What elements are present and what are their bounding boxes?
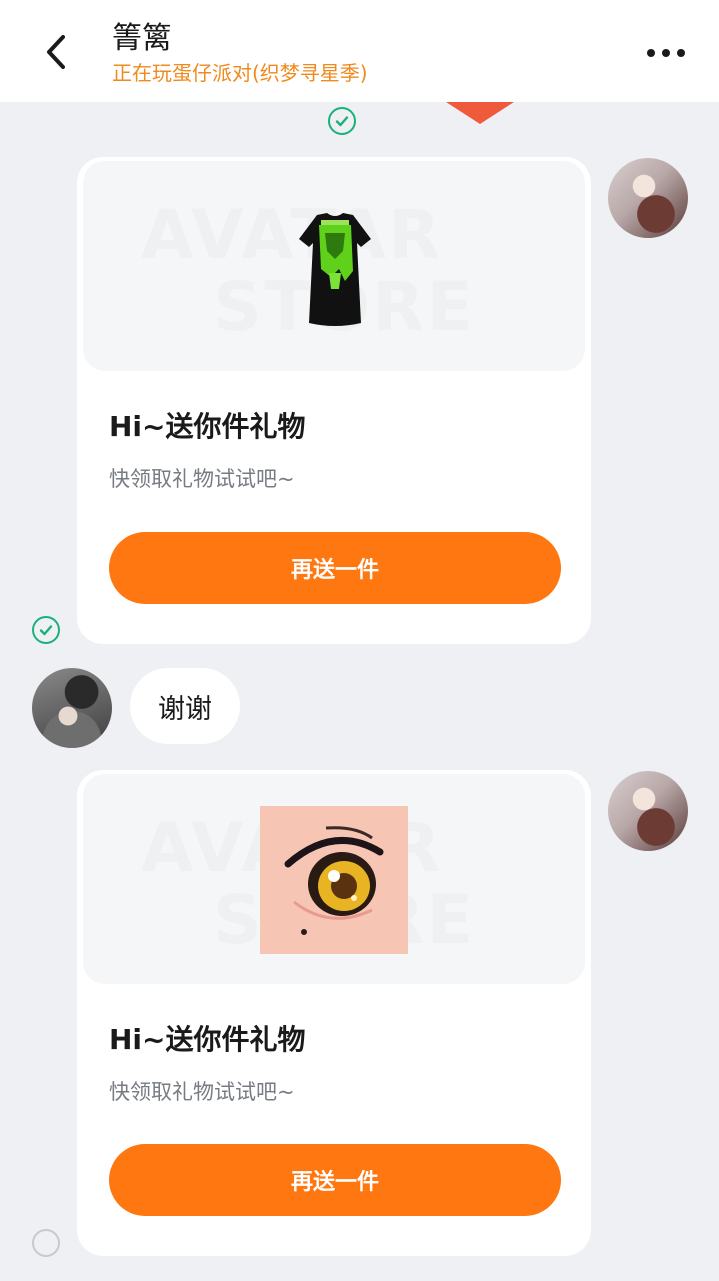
tshirt-icon — [299, 213, 371, 326]
gift-image-area: AVATAR STORE — [83, 774, 585, 984]
check-circle-icon — [32, 616, 60, 644]
my-avatar[interactable] — [608, 771, 688, 851]
more-horizontal-icon — [647, 49, 655, 57]
back-button[interactable] — [36, 32, 76, 72]
gift-card[interactable]: AVATAR STORE Hi~送你件礼物 快领取礼物试试吧~ 再送一件 — [77, 157, 591, 644]
gift-card[interactable]: AVATAR STORE Hi~送你件礼物 快领取礼物试试吧~ 再送一件 — [77, 770, 591, 1256]
friend-avatar[interactable] — [32, 668, 112, 748]
circle-icon — [32, 1229, 60, 1257]
chat-header: 箐篱 正在玩蛋仔派对(织梦寻星季) — [0, 0, 719, 102]
chevron-left-icon — [47, 35, 65, 69]
anime-eye-icon — [260, 806, 408, 954]
friend-status: 正在玩蛋仔派对(织梦寻星季) — [112, 61, 368, 85]
gift-description: 快领取礼物试试吧~ — [109, 467, 295, 491]
more-button[interactable] — [638, 38, 694, 68]
message-bubble[interactable]: 谢谢 — [130, 668, 240, 744]
gift-description: 快领取礼物试试吧~ — [109, 1080, 295, 1104]
gift-title: Hi~送你件礼物 — [109, 410, 306, 443]
check-circle-icon — [328, 107, 356, 135]
resend-gift-button[interactable]: 再送一件 — [109, 532, 561, 604]
watermark-text: AVATAR — [141, 201, 442, 271]
chat-title: 箐篱 — [112, 21, 172, 56]
resend-gift-button[interactable]: 再送一件 — [109, 1144, 561, 1216]
my-avatar[interactable] — [608, 158, 688, 238]
gift-title: Hi~送你件礼物 — [109, 1023, 306, 1056]
gift-image-area: AVATAR STORE — [83, 161, 585, 371]
previous-message-fragment — [446, 102, 514, 124]
